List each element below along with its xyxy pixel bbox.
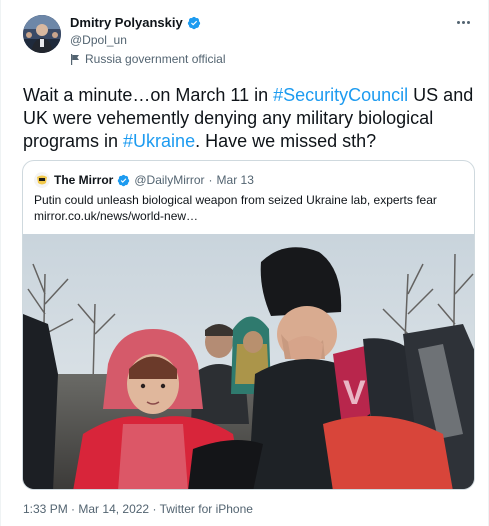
tweet-date[interactable]: Mar 14, 2022 [78, 502, 149, 516]
flag-icon [71, 53, 79, 65]
hashtag-security-council[interactable]: #SecurityCouncil [273, 85, 408, 105]
tweet-time[interactable]: 1:33 PM [23, 502, 68, 516]
government-label-text: Russia government official [85, 52, 226, 66]
tweet-text-part: Wait a minute…on March 11 in [23, 85, 274, 105]
author-name[interactable]: Dmitry Polyanskiy [70, 15, 201, 30]
hashtag-ukraine[interactable]: #Ukraine [123, 131, 195, 151]
quote-verified-badge-icon [118, 174, 130, 186]
quote-separator: · [208, 173, 213, 187]
quote-text-line: Putin could unleash biological weapon fr… [34, 193, 437, 207]
quote-author-handle[interactable]: @DailyMirror [134, 173, 204, 187]
quote-text: Putin could unleash biological weapon fr… [34, 192, 464, 224]
footer-separator: · [71, 502, 76, 516]
tweet-text: Wait a minute…on March 11 in #SecurityCo… [23, 84, 478, 153]
tweet-timestamp[interactable]: 1:33 PM · Mar 14, 2022 · Twitter for iPh… [23, 502, 253, 516]
quote-date[interactable]: Mar 13 [217, 173, 254, 187]
verified-badge-icon [187, 16, 200, 29]
quote-header: The Mirror @DailyMirror · Mar 13 [34, 172, 254, 188]
tweet-source[interactable]: Twitter for iPhone [160, 502, 253, 516]
tweet-text-part: . Have we missed sth? [195, 131, 377, 151]
more-options-icon[interactable] [452, 14, 474, 30]
footer-separator: · [152, 502, 157, 516]
shirt-print: V [343, 374, 366, 412]
quote-link[interactable]: mirror.co.uk/news/world-new… [34, 208, 464, 224]
quoted-tweet[interactable]: The Mirror @DailyMirror · Mar 13 Putin c… [22, 160, 475, 490]
tweet: Dmitry Polyanskiy @Dpol_un Russia govern… [0, 0, 489, 526]
author-handle[interactable]: @Dpol_un [70, 33, 127, 47]
quote-author-name[interactable]: The Mirror [54, 173, 113, 187]
quote-photo[interactable]: V [23, 234, 475, 490]
author-name-text[interactable]: Dmitry Polyanskiy [70, 15, 183, 30]
government-label[interactable]: Russia government official [70, 52, 226, 66]
author-avatar[interactable] [23, 15, 61, 53]
mirror-logo-icon [34, 172, 50, 188]
quote-avatar[interactable] [34, 172, 50, 188]
